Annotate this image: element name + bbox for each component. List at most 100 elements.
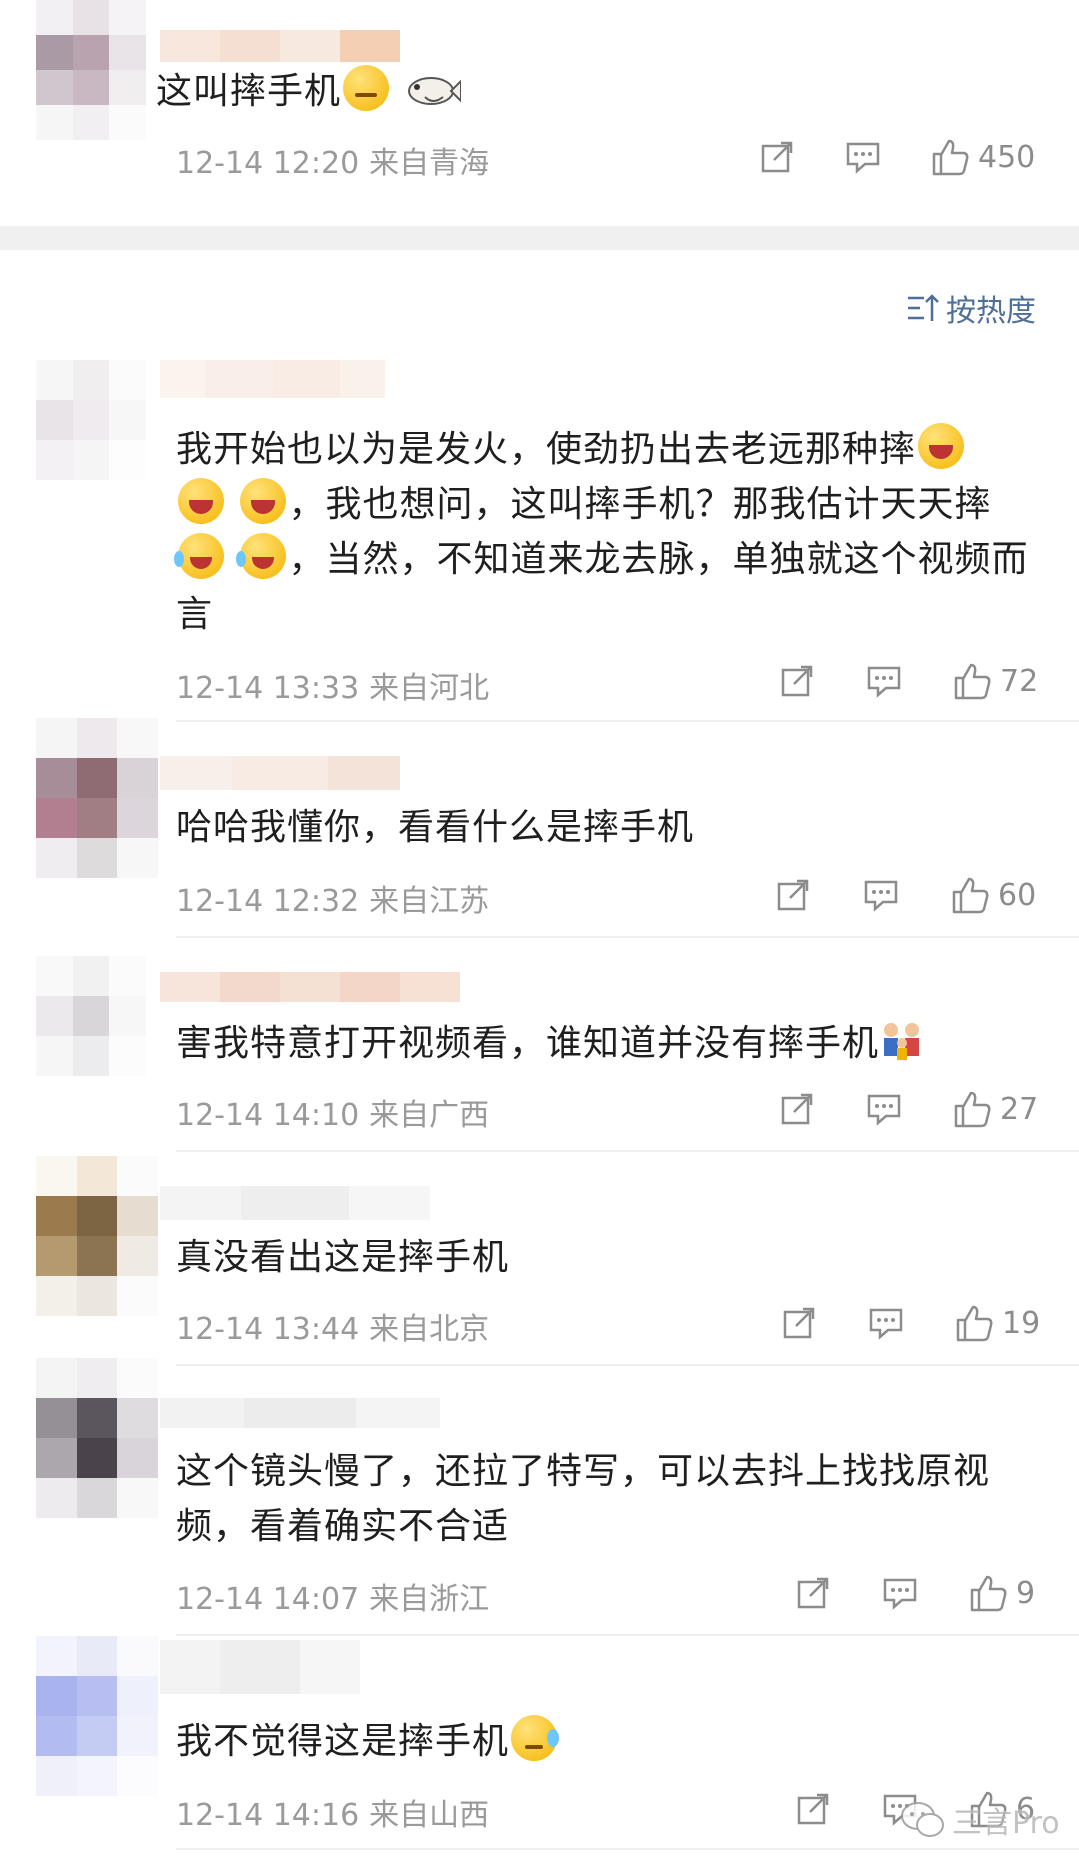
comment-meta: 12-14 14:16 来自山西: [176, 1790, 489, 1834]
comment-source: 来自浙江: [369, 1582, 490, 1617]
share-button[interactable]: [780, 664, 814, 698]
comment-source: 来自青海: [369, 146, 490, 181]
username-blurred[interactable]: [160, 360, 385, 398]
share-button[interactable]: [782, 1306, 816, 1340]
comment-icon: [867, 1094, 901, 1126]
avatar[interactable]: [36, 0, 146, 140]
like-count: 19: [1002, 1305, 1041, 1341]
reply-button[interactable]: [866, 1092, 902, 1126]
username-blurred[interactable]: [160, 1398, 440, 1428]
username-blurred[interactable]: [160, 30, 400, 62]
username-blurred[interactable]: [160, 1640, 360, 1694]
share-icon: [783, 1307, 815, 1339]
share-icon: [781, 665, 813, 697]
comment-icon: [864, 880, 898, 912]
comment-source: 来自江苏: [369, 884, 490, 919]
comment-divider: [176, 1364, 1079, 1366]
family-emoji-icon: [884, 1023, 920, 1060]
comment-icon: [869, 1308, 903, 1340]
comment-divider: [176, 720, 1079, 722]
comment-time: 12-14 14:07: [176, 1582, 360, 1617]
share-icon: [797, 1793, 829, 1825]
share-button[interactable]: [780, 1092, 814, 1126]
avatar[interactable]: [36, 1156, 158, 1316]
comment-text: 这个镜头慢了，还拉了特写，可以去抖上找找原视频，看着确实不合适: [176, 1451, 991, 1547]
share-icon: [781, 1093, 813, 1125]
comment-icon: [883, 1578, 917, 1610]
share-icon: [797, 1577, 829, 1609]
avatar[interactable]: [36, 718, 158, 878]
avatar[interactable]: [36, 1636, 158, 1796]
laugh-emoji-icon: [918, 423, 965, 469]
comment-icon: [846, 142, 880, 174]
like-button[interactable]: 9: [968, 1574, 1035, 1612]
username-blurred[interactable]: [160, 756, 400, 790]
comment-time: 12-14 12:32: [176, 884, 360, 919]
reply-button[interactable]: [866, 664, 902, 698]
comment-text: 这叫摔手机: [146, 64, 1026, 119]
sort-label: 按热度: [946, 294, 1036, 329]
fish-sticker-icon: [408, 77, 462, 105]
laugh-cry-emoji-icon: [236, 533, 287, 579]
sort-icon: [908, 294, 939, 321]
comment-text: 真没看出这是摔手机: [176, 1237, 510, 1278]
reply-button[interactable]: [845, 140, 881, 174]
like-icon: [952, 877, 989, 914]
like-count: 72: [1000, 663, 1039, 699]
comment-time: 12-14 13:33: [176, 671, 360, 706]
like-count: 450: [978, 139, 1036, 175]
share-icon: [777, 879, 809, 911]
watermark-text: 三言Pro: [952, 1806, 1060, 1841]
reply-button[interactable]: [882, 1576, 918, 1610]
like-count: 27: [1000, 1091, 1039, 1127]
share-button[interactable]: [796, 1576, 830, 1610]
share-button[interactable]: [776, 878, 810, 912]
avatar[interactable]: [36, 1358, 158, 1518]
like-icon: [932, 139, 969, 176]
like-button[interactable]: 27: [952, 1090, 1038, 1128]
comment-time: 12-14 13:44: [176, 1312, 360, 1347]
comment-meta: 12-14 14:07 来自浙江: [176, 1574, 489, 1618]
comment-text: 哈哈我懂你，看看什么是摔手机: [176, 807, 695, 848]
like-icon: [954, 1091, 991, 1128]
like-count: 9: [1016, 1575, 1036, 1611]
comment-divider: [176, 1150, 1079, 1152]
comment-meta: 12-14 14:10 来自广西: [176, 1090, 489, 1134]
comment-time: 12-14 12:20: [176, 146, 360, 181]
comment-source: 来自河北: [369, 671, 490, 706]
like-icon: [954, 663, 991, 700]
comment-divider: [176, 936, 1079, 938]
like-button[interactable]: 60: [950, 876, 1036, 914]
comment-meta: 12-14 13:44 来自北京: [176, 1304, 489, 1348]
avatar[interactable]: [36, 956, 146, 1076]
comment-time: 12-14 14:16: [176, 1798, 360, 1833]
comment-text: 我开始也以为是发火，使劲扔出去老远那种摔 ，我也想问，这叫摔手机？那我估计天天摔…: [174, 422, 1036, 642]
comment-divider: [176, 1634, 1079, 1636]
laugh-emoji-icon: [178, 478, 224, 524]
username-blurred[interactable]: [160, 1186, 430, 1220]
sort-by-hot-button[interactable]: 按热度: [906, 286, 1036, 330]
like-button[interactable]: 450: [930, 138, 1035, 176]
like-count: 60: [998, 877, 1037, 913]
avatar[interactable]: [36, 360, 146, 480]
comment-meta: 12-14 13:33 来自河北: [176, 663, 489, 707]
comment-source: 来自北京: [369, 1312, 490, 1347]
comment-source: 来自广西: [369, 1098, 490, 1133]
like-button[interactable]: 19: [954, 1304, 1040, 1342]
comment-text: 我不觉得这是摔手机: [176, 1714, 1036, 1769]
share-button[interactable]: [760, 140, 794, 174]
like-icon: [956, 1305, 993, 1342]
username-blurred[interactable]: [160, 972, 460, 1002]
laugh-emoji-icon: [240, 478, 287, 524]
share-button[interactable]: [796, 1792, 830, 1826]
comment-time: 12-14 14:10: [176, 1098, 360, 1133]
sweat-emoji-icon: [511, 1715, 560, 1761]
sleepy-emoji-icon: [343, 65, 390, 111]
comment-meta: 12-14 12:32 来自江苏: [176, 876, 489, 920]
comment-meta: 12-14 12:20 来自青海: [176, 138, 489, 182]
watermark: 三言Pro: [900, 1798, 1060, 1842]
reply-button[interactable]: [868, 1306, 904, 1340]
like-button[interactable]: 72: [952, 662, 1038, 700]
comment-source: 来自山西: [369, 1798, 490, 1833]
reply-button[interactable]: [863, 878, 899, 912]
